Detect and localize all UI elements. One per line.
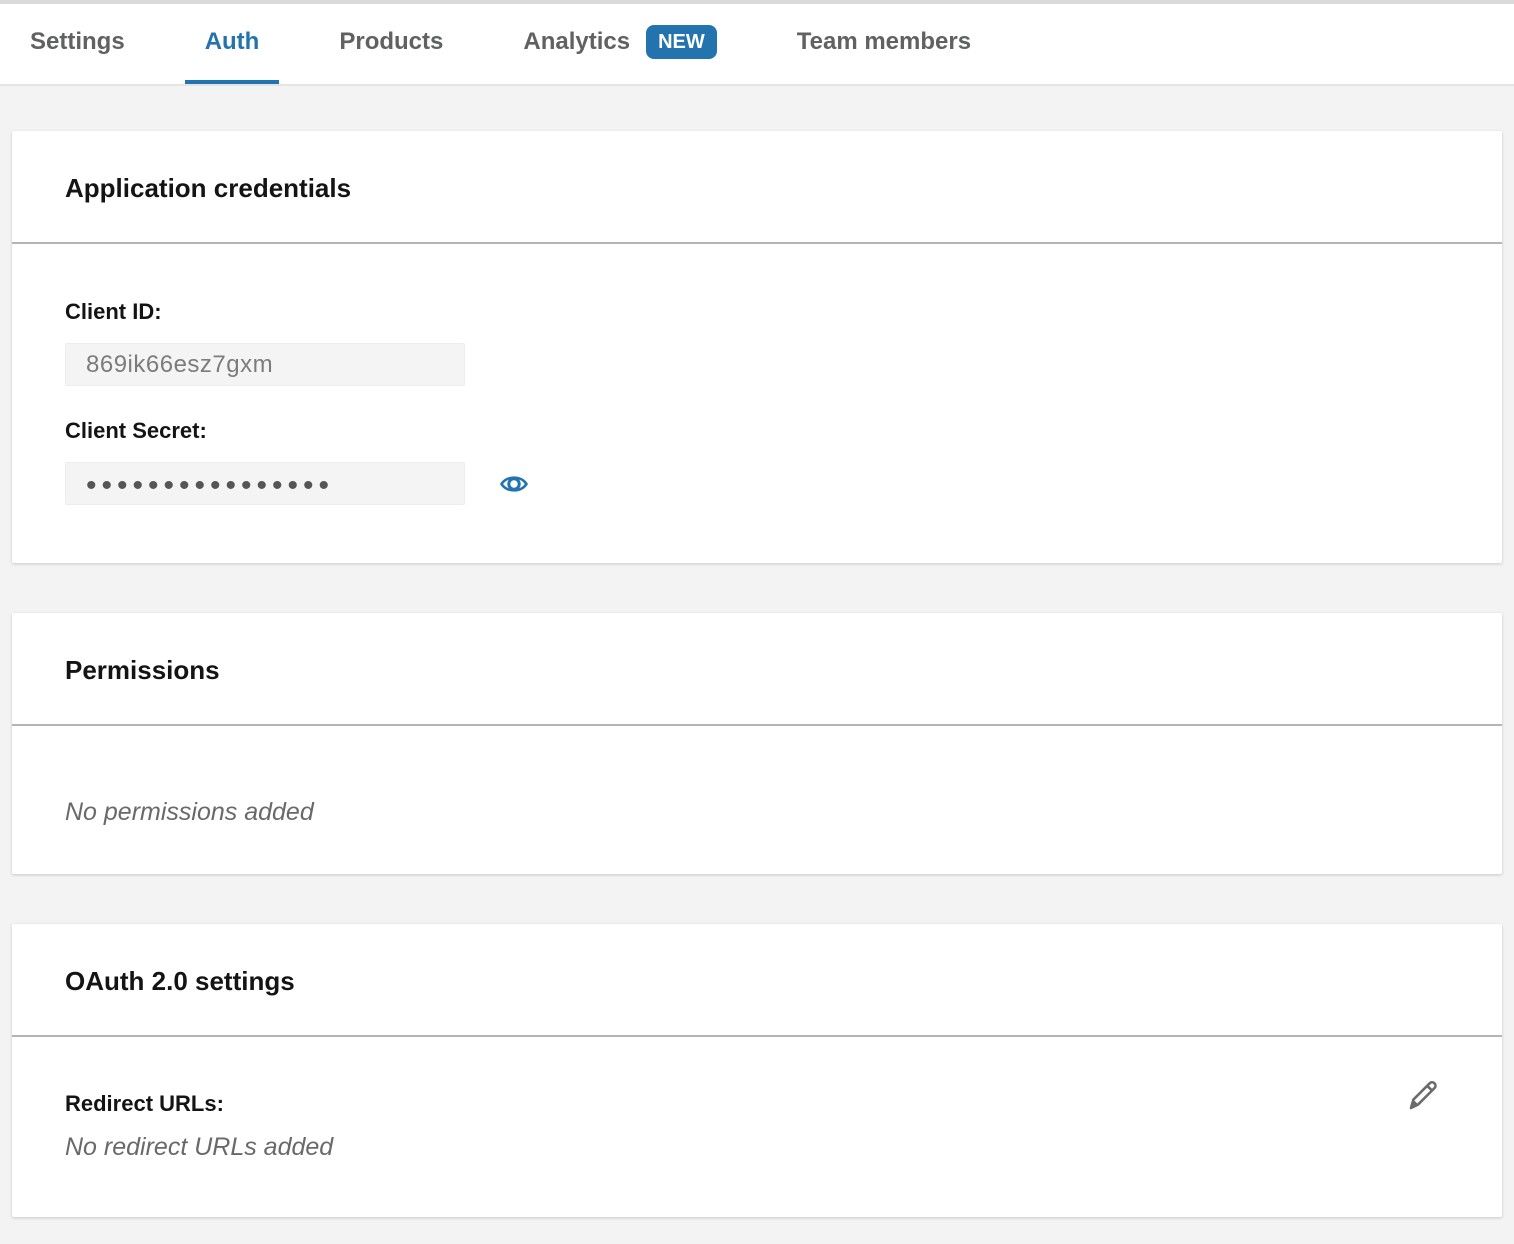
- client-id-label: Client ID:: [65, 299, 1449, 325]
- oauth-settings-header: OAuth 2.0 settings: [12, 924, 1502, 1037]
- tab-settings-label: Settings: [30, 28, 125, 56]
- permissions-header: Permissions: [12, 613, 1502, 726]
- tab-analytics-label: Analytics: [523, 28, 630, 56]
- eye-icon: [499, 469, 529, 499]
- application-credentials-title: Application credentials: [65, 173, 1449, 204]
- tab-auth-label: Auth: [205, 28, 260, 56]
- application-credentials-card: Application credentials Client ID: 869ik…: [12, 131, 1502, 563]
- oauth-settings-title: OAuth 2.0 settings: [65, 966, 1449, 997]
- client-secret-masked-value: ••••••••••••••••: [86, 471, 334, 501]
- oauth-settings-body: Redirect URLs: No redirect URLs added: [12, 1037, 1502, 1217]
- new-badge: NEW: [646, 25, 717, 59]
- oauth-settings-card: OAuth 2.0 settings Redirect URLs: No red…: [12, 924, 1502, 1217]
- client-secret-label: Client Secret:: [65, 418, 1449, 444]
- tab-products[interactable]: Products: [319, 4, 463, 84]
- tab-team-members-label: Team members: [797, 28, 971, 56]
- client-id-value: 869ik66esz7gxm: [86, 351, 273, 379]
- tab-team-members[interactable]: Team members: [777, 4, 991, 84]
- redirect-urls-empty-text: No redirect URLs added: [65, 1133, 1449, 1162]
- tab-settings[interactable]: Settings: [10, 4, 145, 84]
- tab-analytics[interactable]: Analytics NEW: [503, 4, 736, 84]
- redirect-urls-label: Redirect URLs:: [65, 1091, 1449, 1117]
- tab-products-label: Products: [339, 28, 443, 56]
- toggle-secret-visibility-button[interactable]: [499, 469, 529, 499]
- application-credentials-body: Client ID: 869ik66esz7gxm Client Secret:…: [12, 244, 1502, 563]
- permissions-card: Permissions No permissions added: [12, 613, 1502, 874]
- client-secret-field[interactable]: ••••••••••••••••: [65, 462, 465, 505]
- application-credentials-header: Application credentials: [12, 131, 1502, 244]
- permissions-body: No permissions added: [12, 726, 1502, 874]
- page-content: Application credentials Client ID: 869ik…: [0, 86, 1514, 1217]
- permissions-title: Permissions: [65, 655, 1449, 686]
- client-secret-row: ••••••••••••••••: [65, 462, 1449, 505]
- edit-redirect-urls-button[interactable]: [1404, 1069, 1440, 1116]
- tab-bar: Settings Auth Products Analytics NEW Tea…: [0, 0, 1514, 86]
- tab-auth[interactable]: Auth: [185, 4, 280, 84]
- pencil-icon: [1404, 1069, 1440, 1113]
- client-id-field[interactable]: 869ik66esz7gxm: [65, 343, 465, 386]
- permissions-empty-text: No permissions added: [65, 798, 1449, 827]
